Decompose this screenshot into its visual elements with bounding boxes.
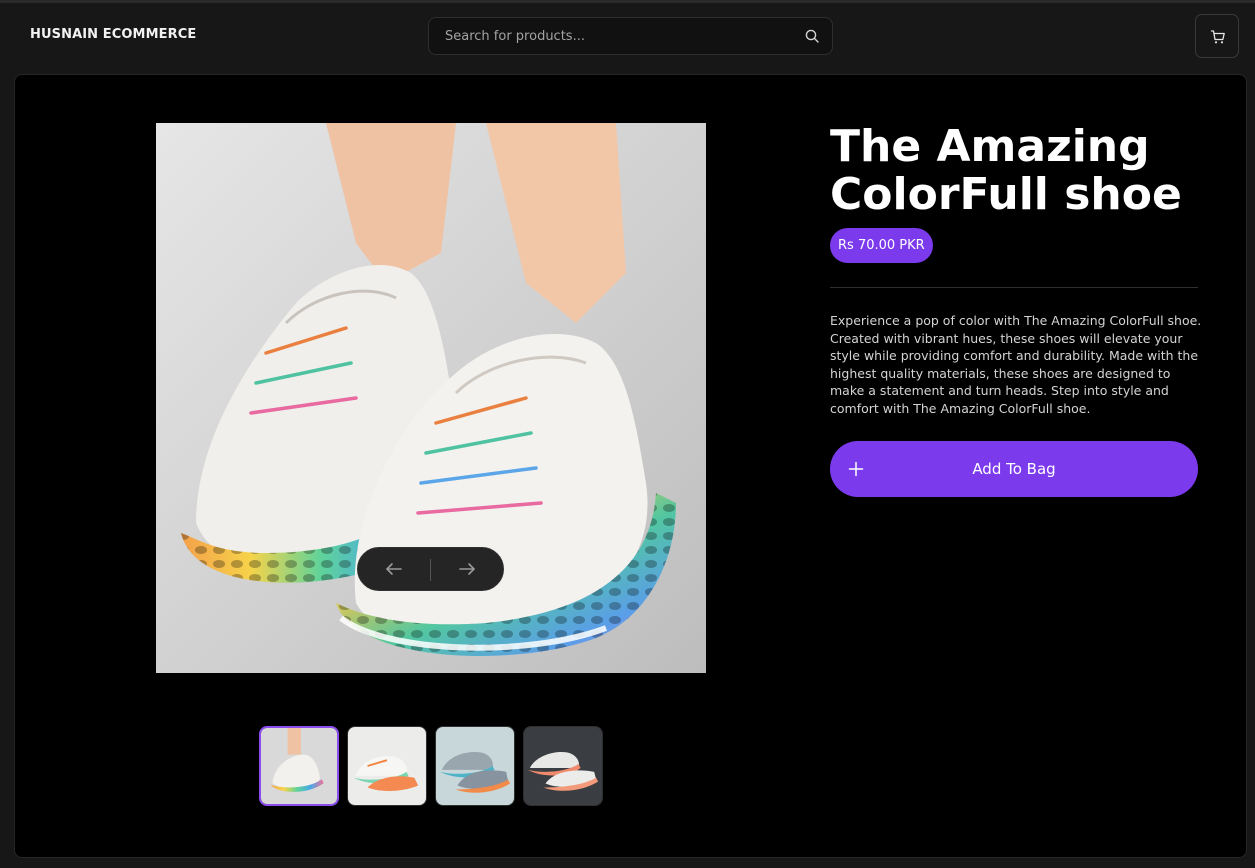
arrow-left-icon: [386, 563, 402, 575]
brand-logo[interactable]: HUSNAIN ECOMMERCE: [30, 27, 196, 42]
cart-icon: [1210, 30, 1225, 44]
product-description: Experience a pop of color with The Amazi…: [830, 313, 1202, 416]
thumbnail-3[interactable]: [435, 726, 515, 806]
image-nav-controls: [357, 547, 504, 591]
search-bar: [428, 17, 833, 55]
arrow-right-icon: [459, 563, 475, 575]
cart-button[interactable]: [1195, 14, 1239, 58]
add-to-bag-button[interactable]: Add To Bag: [830, 441, 1198, 497]
product-panel: The Amazing ColorFull shoe Rs 70.00 PKR …: [14, 74, 1247, 858]
add-to-bag-label: Add To Bag: [972, 460, 1056, 478]
divider: [830, 287, 1198, 288]
thumbnail-1[interactable]: [259, 726, 339, 806]
next-image-button[interactable]: [431, 548, 504, 590]
navbar: HUSNAIN ECOMMERCE: [0, 3, 1255, 71]
price-badge: Rs 70.00 PKR: [830, 228, 933, 263]
product-title: The Amazing ColorFull shoe: [830, 121, 1182, 220]
thumbnail-4[interactable]: [523, 726, 603, 806]
thumbnail-2[interactable]: [347, 726, 427, 806]
previous-image-button[interactable]: [358, 548, 431, 590]
search-icon[interactable]: [804, 28, 820, 44]
search-input[interactable]: [429, 18, 789, 54]
